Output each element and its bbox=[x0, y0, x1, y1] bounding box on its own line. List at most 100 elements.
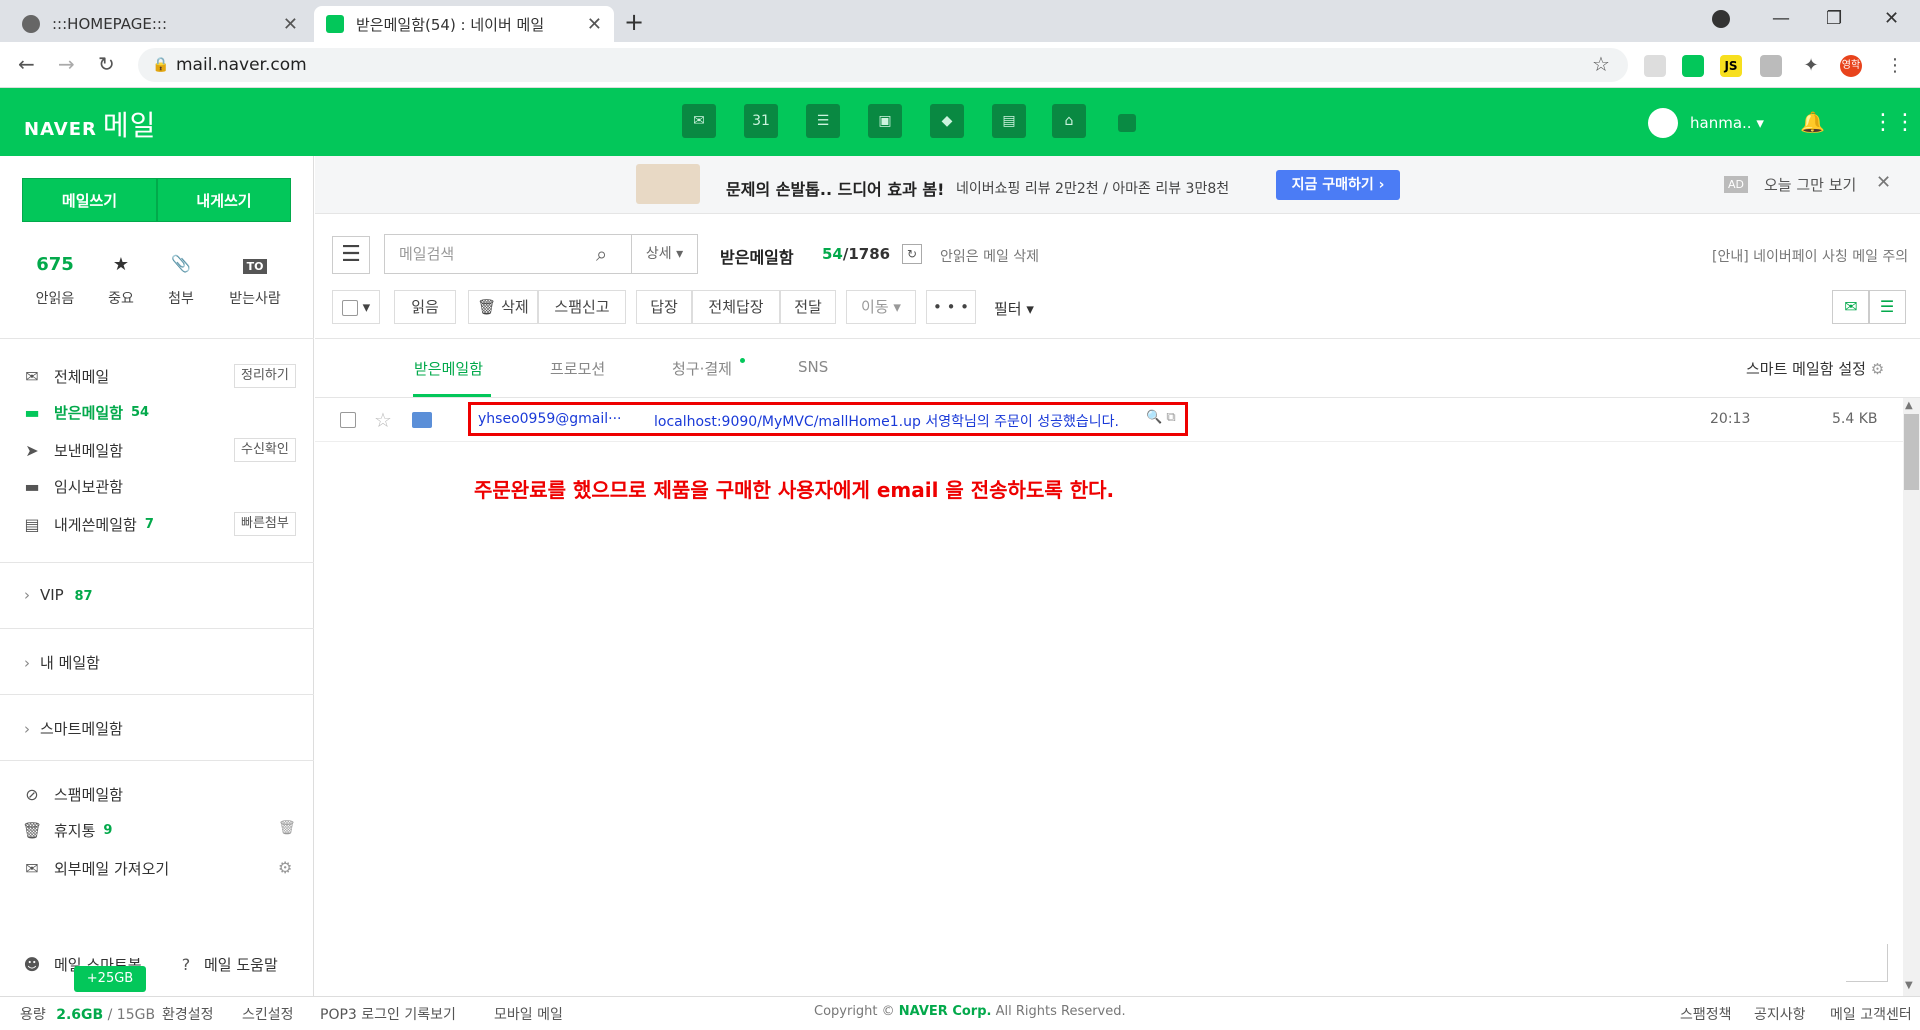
tab-sns[interactable]: SNS bbox=[798, 358, 828, 376]
mail-checkbox[interactable] bbox=[340, 412, 356, 428]
lock-icon[interactable]: 🔒 bbox=[152, 57, 169, 73]
folder-drafts[interactable]: ▬ 임시보관함 bbox=[22, 474, 123, 498]
delete-unread-link[interactable]: 안읽은 메일 삭제 bbox=[940, 246, 1039, 266]
report-spam-button[interactable]: 스팸신고 bbox=[538, 290, 626, 324]
mark-read-button[interactable]: 읽음 bbox=[394, 290, 456, 324]
delete-button[interactable]: 🗑 삭제 bbox=[468, 290, 538, 324]
group-smart-mailbox[interactable]: › 스마트메일함 bbox=[24, 718, 123, 739]
tab-promotion[interactable]: 프로모션 bbox=[550, 358, 605, 379]
close-tab-icon[interactable]: ✕ bbox=[587, 14, 602, 35]
footer-link-mobile[interactable]: 모바일 메일 bbox=[494, 1004, 563, 1024]
ad-hide-today-button[interactable]: 오늘 그만 보기 bbox=[1764, 174, 1856, 195]
close-window-icon[interactable]: ✕ bbox=[1884, 8, 1899, 29]
select-all-dropdown[interactable]: ▾ bbox=[332, 290, 380, 324]
folder-to-me[interactable]: ▤ 내게쓴메일함 7 bbox=[22, 512, 153, 536]
attachment-filter-button[interactable]: 📎 첨부 bbox=[146, 254, 216, 308]
home-icon[interactable]: ⌂ bbox=[1052, 104, 1086, 138]
bell-icon[interactable]: 🔔 bbox=[1800, 110, 1825, 134]
reply-button[interactable]: 답장 bbox=[636, 290, 692, 324]
browser-menu-icon[interactable]: ⋮ bbox=[1884, 55, 1906, 77]
profile-avatar[interactable]: 영학 bbox=[1840, 55, 1862, 77]
mail-icon[interactable]: ✉ bbox=[682, 104, 716, 138]
extension-icon[interactable] bbox=[1644, 55, 1666, 77]
calendar-icon[interactable]: 31 bbox=[744, 104, 778, 138]
minimize-icon[interactable]: — bbox=[1772, 8, 1790, 29]
footer-link-spam-policy[interactable]: 스팸정책 bbox=[1680, 1004, 1732, 1024]
ad-buy-button[interactable]: 지금 구매하기 › bbox=[1276, 170, 1400, 200]
organize-button[interactable]: 정리하기 bbox=[234, 364, 296, 388]
read-receipt-button[interactable]: 수신확인 bbox=[234, 438, 296, 462]
scrollbar-thumb[interactable] bbox=[1904, 414, 1919, 490]
scroll-down-arrow[interactable]: ▼ bbox=[1905, 980, 1913, 991]
folder-spam[interactable]: ⊘ 스팸메일함 bbox=[22, 782, 123, 806]
gear-icon[interactable]: ⚙ bbox=[278, 858, 292, 877]
footer-link-settings[interactable]: 환경설정 bbox=[162, 1004, 214, 1024]
footer-link-skin[interactable]: 스킨설정 bbox=[242, 1004, 294, 1024]
close-tab-icon[interactable]: ✕ bbox=[283, 14, 298, 35]
menu-toggle-button[interactable]: ☰ bbox=[332, 236, 370, 274]
memo-icon[interactable]: ▤ bbox=[992, 104, 1026, 138]
filter-dropdown[interactable]: 필터 ▾ bbox=[994, 298, 1034, 319]
restore-icon[interactable]: ❐ bbox=[1826, 8, 1842, 29]
back-icon[interactable]: ← bbox=[18, 52, 35, 76]
extension-icon[interactable] bbox=[1682, 55, 1704, 77]
compose-button[interactable]: 메일쓰기 bbox=[22, 178, 157, 222]
forward-button[interactable]: 전달 bbox=[780, 290, 836, 324]
contacts-icon[interactable]: ▣ bbox=[868, 104, 902, 138]
folder-trash[interactable]: 🗑 휴지통 9 bbox=[22, 818, 112, 842]
folder-inbox[interactable]: ▬ 받은메일함 54 bbox=[22, 400, 149, 424]
apps-grid-icon[interactable]: ⋮⋮⋮ bbox=[1872, 110, 1920, 135]
more-actions-button[interactable]: • • • bbox=[926, 290, 976, 324]
search-input[interactable] bbox=[384, 234, 632, 274]
preview-mode-icon[interactable]: ✉ bbox=[1832, 290, 1870, 324]
star-icon[interactable]: ☆ bbox=[374, 408, 392, 432]
refresh-icon[interactable]: ↻ bbox=[902, 244, 922, 264]
more-icon[interactable] bbox=[1118, 114, 1136, 132]
footer-link-support[interactable]: 메일 고객센터 bbox=[1830, 1004, 1912, 1024]
bug-extension-icon[interactable] bbox=[1760, 55, 1782, 77]
folder-all-mail[interactable]: ✉ 전체메일 bbox=[22, 364, 109, 388]
search-icon[interactable]: ⌕ bbox=[596, 242, 607, 266]
self-compose-button[interactable]: 내게쓰기 bbox=[157, 178, 291, 222]
browser-tab-homepage[interactable]: :::HOMEPAGE::: ✕ bbox=[10, 6, 310, 42]
notice-link[interactable]: [안내] 네이버페이 사칭 메일 주의 bbox=[1712, 246, 1908, 266]
quick-attach-button[interactable]: 빠른첨부 bbox=[234, 512, 296, 536]
footer-link-pop3[interactable]: POP3 로그인 기록보기 bbox=[320, 1004, 456, 1024]
js-extension-icon[interactable]: JS bbox=[1720, 55, 1742, 77]
mail-subject[interactable]: localhost:9090/MyMVC/mallHome1.up 서영학님의 … bbox=[654, 411, 1119, 431]
checkbox[interactable] bbox=[341, 299, 358, 316]
smart-mailbox-settings[interactable]: 스마트 메일함 설정 ⚙ bbox=[1746, 358, 1884, 379]
footer-link-notice[interactable]: 공지사항 bbox=[1754, 1004, 1806, 1024]
to-me-filter-button[interactable]: TO 받는사람 bbox=[220, 254, 290, 308]
browser-tab-naver-mail[interactable]: 받은메일함(54) : 네이버 메일 ✕ bbox=[314, 6, 614, 42]
mail-sender[interactable]: yhseo0959@gmail··· bbox=[478, 411, 622, 427]
empty-trash-icon[interactable]: 🗑 bbox=[278, 820, 296, 836]
list-mode-icon[interactable]: ☰ bbox=[1868, 290, 1906, 324]
list-icon[interactable]: ☰ bbox=[806, 104, 840, 138]
folder-external-mail[interactable]: ✉ 외부메일 가져오기 bbox=[22, 856, 169, 880]
help-link[interactable]: ? 메일 도움말 bbox=[176, 952, 278, 976]
group-vip[interactable]: › VIP 87 bbox=[24, 586, 93, 604]
folder-sent[interactable]: ➤ 보낸메일함 bbox=[22, 438, 123, 462]
new-tab-button[interactable]: + bbox=[624, 8, 644, 36]
box-icon[interactable]: ◆ bbox=[930, 104, 964, 138]
url-text[interactable]: mail.naver.com bbox=[176, 55, 307, 75]
read-status-envelope-icon[interactable] bbox=[412, 412, 432, 428]
mail-preview-icons[interactable]: 🔍 ⧉ bbox=[1146, 410, 1176, 425]
move-dropdown[interactable]: 이동 ▾ bbox=[846, 290, 916, 324]
naver-mail-logo[interactable]: NAVER 메일 bbox=[24, 104, 156, 144]
bookmark-star-icon[interactable]: ☆ bbox=[1592, 52, 1610, 76]
puzzle-icon[interactable]: ✦ bbox=[1800, 55, 1822, 77]
close-icon[interactable]: ✕ bbox=[1876, 172, 1891, 193]
scroll-up-arrow[interactable]: ▲ bbox=[1905, 400, 1913, 411]
reply-all-button[interactable]: 전체답장 bbox=[692, 290, 780, 324]
forward-icon[interactable]: → bbox=[58, 52, 75, 76]
tab-billing[interactable]: 청구·결제 bbox=[672, 358, 732, 379]
tab-search-icon[interactable] bbox=[1712, 10, 1730, 28]
ad-subtitle[interactable]: 네이버쇼핑 리뷰 2만2천 / 아마존 리뷰 3만8천 bbox=[956, 178, 1229, 198]
ad-title[interactable]: 문제의 손발톱.. 드디어 효과 봄! bbox=[726, 176, 944, 200]
omnibox[interactable] bbox=[138, 48, 1628, 82]
user-name[interactable]: hanma.. ▾ bbox=[1690, 114, 1764, 132]
reload-icon[interactable]: ↻ bbox=[98, 52, 115, 76]
unread-count-button[interactable]: 675 안읽음 bbox=[20, 254, 90, 308]
